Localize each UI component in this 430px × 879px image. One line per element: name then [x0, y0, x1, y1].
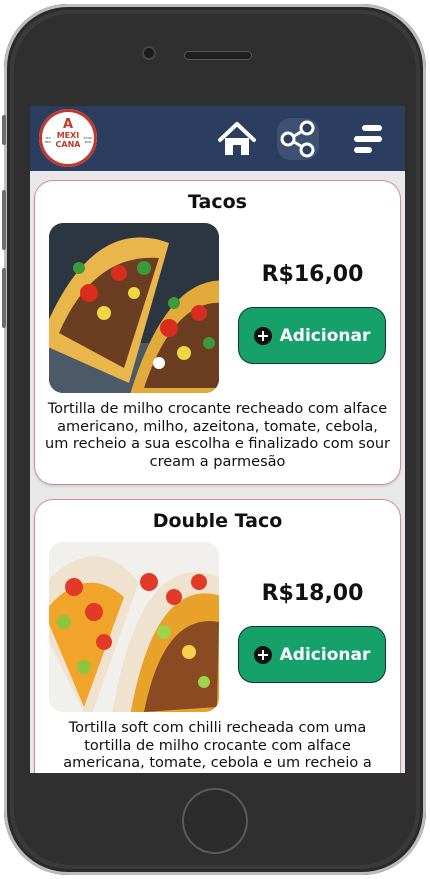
volume-down-button — [2, 268, 6, 328]
add-to-cart-button[interactable]: Adicionar — [239, 627, 385, 682]
logo-letter: A — [62, 117, 74, 132]
product-price: R$18,00 — [261, 581, 364, 606]
plus-circle-icon — [253, 645, 272, 664]
volume-up-button — [2, 190, 6, 250]
product-image-double-taco — [49, 542, 219, 712]
home-icon[interactable] — [216, 118, 258, 160]
menu-icon[interactable] — [348, 118, 390, 160]
logo-side-right: FOOD BAR — [83, 136, 93, 144]
plus-circle-icon — [253, 326, 272, 345]
product-price: R$16,00 — [261, 262, 364, 287]
add-button-label: Adicionar — [279, 644, 371, 665]
add-to-cart-button[interactable]: Adicionar — [239, 308, 385, 363]
mexicana-logo[interactable]: A TEX MEX MEXI CANA FOOD BAR — [39, 109, 97, 167]
product-description: Tortilla de milho crocante recheado com … — [45, 401, 390, 470]
share-icon[interactable] — [277, 118, 319, 160]
product-card-double-taco: Double Taco R$18,00 Adicionar Tortilla s… — [35, 500, 400, 773]
product-card-tacos: Tacos R$16,00 Adicionar Tortilla de milh… — [35, 181, 400, 484]
app-screen: A TEX MEX MEXI CANA FOOD BAR Tacos R$16,… — [30, 106, 405, 773]
earpiece-speaker — [185, 52, 251, 59]
product-title: Double Taco — [152, 510, 283, 532]
mute-switch — [2, 115, 6, 145]
app-header: A TEX MEX MEXI CANA FOOD BAR — [30, 106, 405, 171]
product-description: Tortilla soft com chilli recheada com um… — [63, 720, 372, 771]
logo-main-text: MEXI CANA — [55, 131, 81, 149]
product-title: Tacos — [188, 191, 247, 213]
add-button-label: Adicionar — [279, 325, 371, 346]
product-image-tacos — [49, 223, 219, 393]
front-camera — [144, 48, 154, 58]
phone-home-button[interactable] — [184, 790, 246, 852]
